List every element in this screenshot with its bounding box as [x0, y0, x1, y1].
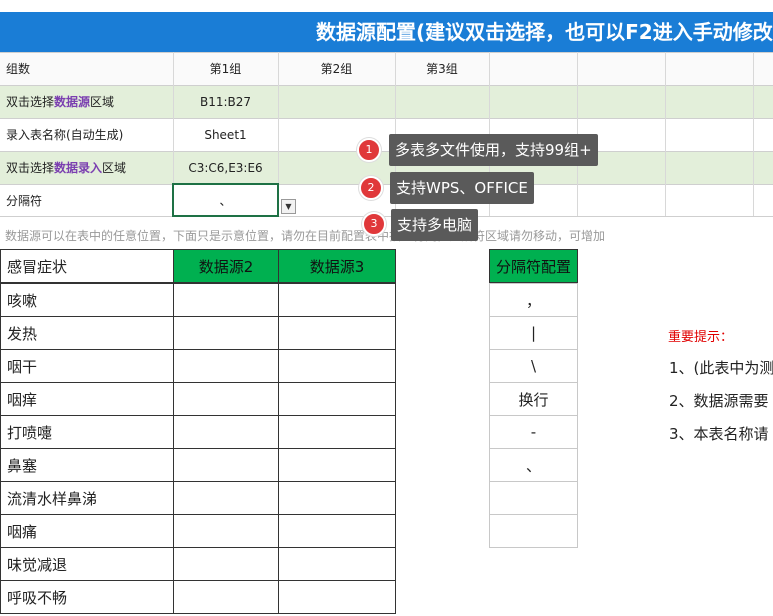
datasource-2-cell[interactable]: [173, 580, 279, 614]
separator-option-cell[interactable]: ，: [489, 283, 578, 317]
separator-option-cell[interactable]: \: [489, 349, 578, 383]
datasource-2-cell[interactable]: [173, 514, 279, 548]
separator-label: 分隔符: [6, 193, 43, 208]
symptom-cell[interactable]: 咳嗽: [0, 283, 174, 317]
datasource-2-cell[interactable]: [173, 481, 279, 515]
datasource-2-cell[interactable]: [173, 382, 279, 416]
symptom-cell[interactable]: 咽痛: [0, 514, 174, 548]
datasource-3-cell[interactable]: [278, 382, 396, 416]
entry-area-value[interactable]: C3:C6,E3:E6: [173, 151, 278, 184]
tip-2-number-badge: 2: [359, 176, 383, 200]
datasource-2-header[interactable]: 数据源2: [173, 249, 279, 283]
datasource-3-cell[interactable]: [278, 514, 396, 548]
symptom-cell[interactable]: 打喷嚏: [0, 415, 174, 449]
datasource-area-value[interactable]: B11:B27: [173, 85, 278, 118]
symptom-cell[interactable]: 咽痒: [0, 382, 174, 416]
separator-value[interactable]: 、: [173, 184, 278, 216]
tip-3: 支持多电脑: [391, 209, 479, 241]
tip-1-number-badge: 1: [357, 138, 381, 162]
symptom-cell[interactable]: 鼻塞: [0, 448, 174, 482]
datasource-3-cell[interactable]: [278, 349, 396, 383]
label-part: 双击选择: [6, 95, 55, 109]
config-note: 数据源可以在表中的任意位置，下面只是示意位置，请勿在目前配置表中插入行列，分隔符…: [5, 229, 606, 243]
hint-1: 1、(此表中为测: [669, 359, 773, 377]
group-3-header[interactable]: 第3组: [395, 52, 489, 85]
separator-option-cell[interactable]: 、: [489, 448, 578, 482]
sheet-name-value[interactable]: Sheet1: [173, 118, 278, 151]
datasource-3-cell[interactable]: [278, 316, 396, 350]
datasource-area-label: 双击选择 数据源 区域: [0, 85, 173, 118]
datasource-2-cell[interactable]: [173, 547, 279, 581]
datasource-2-cell[interactable]: [173, 448, 279, 482]
label-part: 区域: [90, 95, 115, 109]
group-count-label: 组数: [6, 62, 31, 76]
tip-3-number-badge: 3: [362, 212, 386, 236]
symptom-cell[interactable]: 味觉减退: [0, 547, 174, 581]
sheet-name-label: 录入表名称(自动生成): [6, 128, 124, 142]
datasource-2-cell[interactable]: [173, 283, 279, 317]
hint-3: 3、本表名称请: [669, 425, 769, 443]
group-2-header[interactable]: 第2组: [278, 52, 395, 85]
symptom-cell[interactable]: 呼吸不畅: [0, 580, 174, 614]
datasource-3-cell[interactable]: [278, 547, 396, 581]
datasource-3-cell[interactable]: [278, 415, 396, 449]
datasource-3-cell[interactable]: [278, 481, 396, 515]
datasource-3-cell[interactable]: [278, 448, 396, 482]
separator-option-cell[interactable]: |: [489, 316, 578, 350]
group-1-header[interactable]: 第1组: [173, 52, 278, 85]
datasource-3-cell[interactable]: [278, 283, 396, 317]
datasource-3-cell[interactable]: [278, 580, 396, 614]
label-emphasis: 数据源: [54, 95, 91, 109]
hint-2: 2、数据源需要: [669, 392, 769, 410]
symptom-cell[interactable]: 咽干: [0, 349, 174, 383]
symptom-cell[interactable]: 流清水样鼻涕: [0, 481, 174, 515]
separator-config-header: 分隔符配置: [489, 249, 578, 283]
separator-option-cell[interactable]: [489, 514, 578, 548]
separator-option-cell[interactable]: 换行: [489, 382, 578, 416]
label-emphasis: 数据录入: [54, 161, 103, 175]
datasource-3-header[interactable]: 数据源3: [278, 249, 396, 283]
label-part: 双击选择: [6, 161, 55, 175]
symptom-cell[interactable]: 发热: [0, 316, 174, 350]
datasource-2-cell[interactable]: [173, 415, 279, 449]
tip-2: 支持WPS、OFFICE: [390, 172, 534, 204]
separator-option-cell[interactable]: [489, 481, 578, 515]
tip-1: 多表多文件使用，支持99组+: [389, 134, 598, 166]
datasource-2-cell[interactable]: [173, 316, 279, 350]
symptoms-header: 感冒症状: [0, 249, 174, 283]
separator-option-cell[interactable]: -: [489, 415, 578, 449]
entry-area-label: 双击选择 数据录入 区域: [0, 151, 173, 184]
config-title: 数据源配置(建议双击选择，也可以F2进入手动修改: [0, 12, 773, 52]
hint-title: 重要提示：: [668, 330, 734, 345]
datasource-2-cell[interactable]: [173, 349, 279, 383]
chevron-down-icon[interactable]: ▼: [281, 199, 296, 214]
label-part: 区域: [102, 161, 127, 175]
